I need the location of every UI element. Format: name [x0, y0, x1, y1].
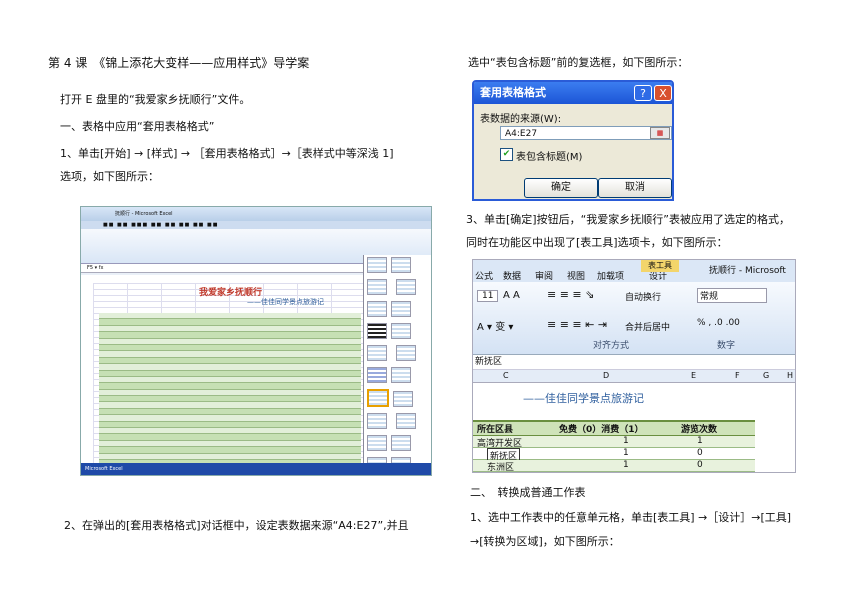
header-cost[interactable]: 免费（0）消费（1）	[559, 422, 644, 435]
step3-text: 3、单击[确定]按钮后，“我爱家乡抚顺行”表被应用了选定的格式，	[466, 213, 790, 226]
grow-font-icon[interactable]: A A	[503, 290, 520, 301]
cell-visits[interactable]: 0	[697, 460, 703, 470]
excel-screenshot: 抚顺行 - Microsoft Excel ■■ ■■ ■■■ ■■ ■■ ■■…	[80, 206, 432, 476]
step2-text-cont: 选中“表包含标题”前的复选框，如下图所示：	[468, 56, 689, 69]
section-two-heading: 二、 转换成普通工作表	[470, 486, 586, 499]
excel-sheet: 我爱家乡抚顺行 ——佳佳同学景点旅游记	[81, 275, 363, 467]
table-header-row: 所在区县 免费（0）消费（1） 游览次数	[473, 420, 755, 436]
col-d[interactable]: D	[603, 370, 609, 382]
table-style-gallery	[363, 255, 431, 473]
lesson-heading: 第 4 课 《锦上添花大变样——应用样式》导学案	[48, 56, 310, 70]
has-headers-label: 表包含标题(M)	[516, 152, 583, 163]
format-as-table-dialog: 套用表格格式 ? X 表数据的来源(W): A4:E27 ▦ ✔ 表包含标题(M…	[472, 80, 674, 201]
step2-text: 2、在弹出的[套用表格格式]对话框中，设定表数据来源“A4:E27”,并且	[64, 519, 409, 532]
col-c[interactable]: C	[503, 370, 509, 382]
ribbon-home: 11 A A ≡ ≡ ≡ ⇘ 自动换行 常规 A ▾ 变 ▾ ≡ ≡ ≡ ⇤ ⇥…	[473, 282, 795, 355]
source-label: 表数据的来源(W):	[480, 114, 562, 125]
dialog-title: 套用表格格式	[480, 86, 546, 99]
cell-cost[interactable]: 1	[623, 436, 629, 446]
formatted-table: 所在区县 免费（0）消费（1） 游览次数 高湾开发区 1 1 新抚区 1 0 东…	[473, 420, 755, 472]
name-box[interactable]: 新抚区	[473, 355, 795, 370]
cell-district[interactable]: 东洲区	[487, 460, 514, 472]
header-visits[interactable]: 游览次数	[681, 422, 717, 435]
percent-icons[interactable]: % , .0 .00	[697, 318, 740, 328]
section-one-heading: 一、表格中应用“套用表格格式”	[60, 120, 215, 133]
table-tools-context-tab: 表工具	[641, 260, 679, 272]
col-e[interactable]: E	[691, 370, 696, 382]
table-tools-screenshot: 公式 数据 审阅 视图 加载项 设计 表工具 抚顺行 - Microsoft E…	[472, 259, 796, 473]
taskbar-label: Microsoft Excel	[85, 466, 123, 472]
close-button[interactable]: X	[654, 85, 672, 101]
excel-window-title: 抚顺行 - Microsoft Excel	[115, 211, 173, 217]
windows-taskbar: Microsoft Excel	[81, 463, 431, 475]
table-row: 东洲区 1 0	[473, 460, 755, 472]
excel-title-bar: 抚顺行 - Microsoft Excel	[81, 207, 431, 221]
cell-cost[interactable]: 1	[623, 448, 629, 458]
step3-text-cont: 同时在功能区中出现了[表工具]选项卡，如下图所示：	[466, 236, 728, 249]
wrap-text-button[interactable]: 自动换行	[625, 290, 661, 303]
alignment-group-label: 对齐方式	[593, 341, 630, 351]
font-size-box[interactable]: 11	[477, 290, 499, 302]
help-button[interactable]: ?	[634, 85, 652, 101]
section2-step1-text: 1、选中工作表中的任意单元格，单击[表工具] →［设计］→[工具]	[470, 511, 792, 524]
align-icons[interactable]: ≡ ≡ ≡ ⇘	[547, 288, 594, 301]
step1-text-cont: 选项，如下图所示：	[60, 170, 159, 183]
table-row: 高湾开发区 1 1	[473, 436, 755, 449]
cell-visits[interactable]: 0	[697, 448, 703, 458]
header-district[interactable]: 所在区县	[477, 422, 513, 435]
ok-button[interactable]: 确定	[524, 178, 598, 198]
col-h[interactable]: H	[787, 370, 793, 382]
col-f[interactable]: F	[735, 370, 740, 382]
sheet-subtitle-cell: ——佳佳同学景点旅游记	[523, 392, 644, 405]
step1-text: 1、单击[开始] → [样式] → ［套用表格格式］→［表样式中等深浅 1]	[60, 147, 394, 160]
number-format-box[interactable]: 常规	[697, 288, 767, 303]
cell-visits[interactable]: 1	[697, 436, 703, 446]
intro-text: 打开 E 盘里的“我爱家乡抚顺行”文件。	[60, 93, 251, 106]
table-row: 新抚区 1 0	[473, 448, 755, 463]
col-g[interactable]: G	[763, 370, 769, 382]
styled-table	[99, 313, 361, 467]
merge-center-button[interactable]: 合并后居中	[625, 320, 670, 333]
cancel-button[interactable]: 取消	[598, 178, 672, 198]
has-headers-checkbox[interactable]: ✔	[500, 148, 513, 161]
fill-color-icon[interactable]: A ▾ 变 ▾	[477, 318, 513, 333]
sheet-subtitle: ——佳佳同学景点旅游记	[247, 298, 324, 306]
source-range-input[interactable]: A4:E27	[500, 126, 672, 140]
ribbon-tab-row: 公式 数据 审阅 视图 加载项 设计 表工具 抚顺行 - Microsoft E…	[473, 260, 795, 298]
number-group-label: 数字	[717, 341, 736, 351]
excel-ribbon-tabs: ■■ ■■ ■■■ ■■ ■■ ■■ ■■ ■■	[81, 221, 431, 229]
collapse-dialog-icon[interactable]: ▦	[650, 127, 670, 139]
align-row-icons[interactable]: ≡ ≡ ≡ ⇤ ⇥	[547, 318, 607, 331]
column-headers: C D E F G H	[473, 370, 795, 383]
cell-cost[interactable]: 1	[623, 460, 629, 470]
section2-step1-text-cont: →[转换为区域]，如下图所示：	[470, 535, 620, 548]
